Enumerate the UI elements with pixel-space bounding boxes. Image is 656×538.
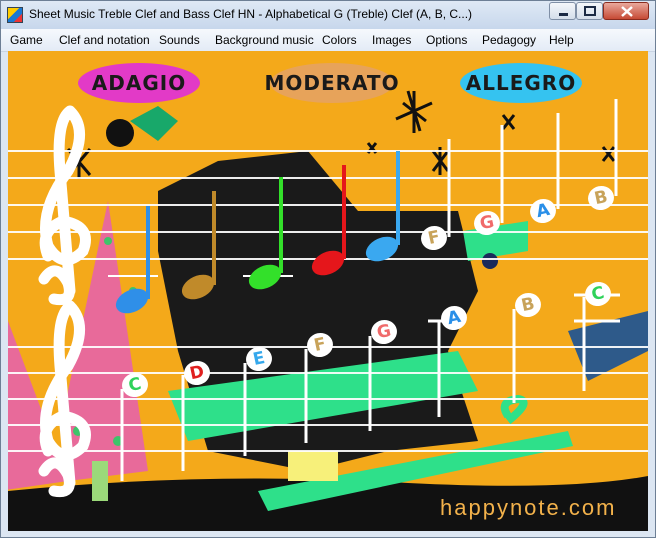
tempo-allegro-button[interactable]: ALLEGRO <box>460 63 582 103</box>
menu-bar: Game Clef and notation Sounds Background… <box>1 29 655 52</box>
background-illustration <box>8 90 648 531</box>
menu-sounds[interactable]: Sounds <box>159 33 200 47</box>
game-canvas[interactable]: ADAGIO MODERATO ALLEGRO F G A B C D E F … <box>8 51 648 531</box>
menu-background-music[interactable]: Background music <box>215 33 314 47</box>
menu-help[interactable]: Help <box>549 33 574 47</box>
menu-clef[interactable]: Clef and notation <box>59 33 150 47</box>
app-icon[interactable] <box>7 7 23 23</box>
menu-images[interactable]: Images <box>372 33 411 47</box>
app-window: Sheet Music Treble Clef and Bass Clef HN… <box>0 0 656 538</box>
title-bar[interactable]: Sheet Music Treble Clef and Bass Clef HN… <box>1 1 655 29</box>
minimize-button[interactable] <box>549 2 576 20</box>
menu-colors[interactable]: Colors <box>322 33 357 47</box>
tempo-moderato-button[interactable]: MODERATO <box>264 63 399 103</box>
menu-game[interactable]: Game <box>10 33 43 47</box>
close-button[interactable] <box>603 2 649 20</box>
watermark-text: happynote.com <box>440 495 617 520</box>
menu-pedagogy[interactable]: Pedagogy <box>482 33 536 47</box>
menu-options[interactable]: Options <box>426 33 467 47</box>
tempo-adagio-button[interactable]: ADAGIO <box>78 63 200 103</box>
minimize-icon <box>559 13 568 16</box>
tree-trunk <box>92 461 108 501</box>
maximize-button[interactable] <box>576 2 603 20</box>
close-icon <box>621 6 633 17</box>
window-title: Sheet Music Treble Clef and Bass Clef HN… <box>29 7 473 21</box>
maximize-icon <box>584 6 596 16</box>
